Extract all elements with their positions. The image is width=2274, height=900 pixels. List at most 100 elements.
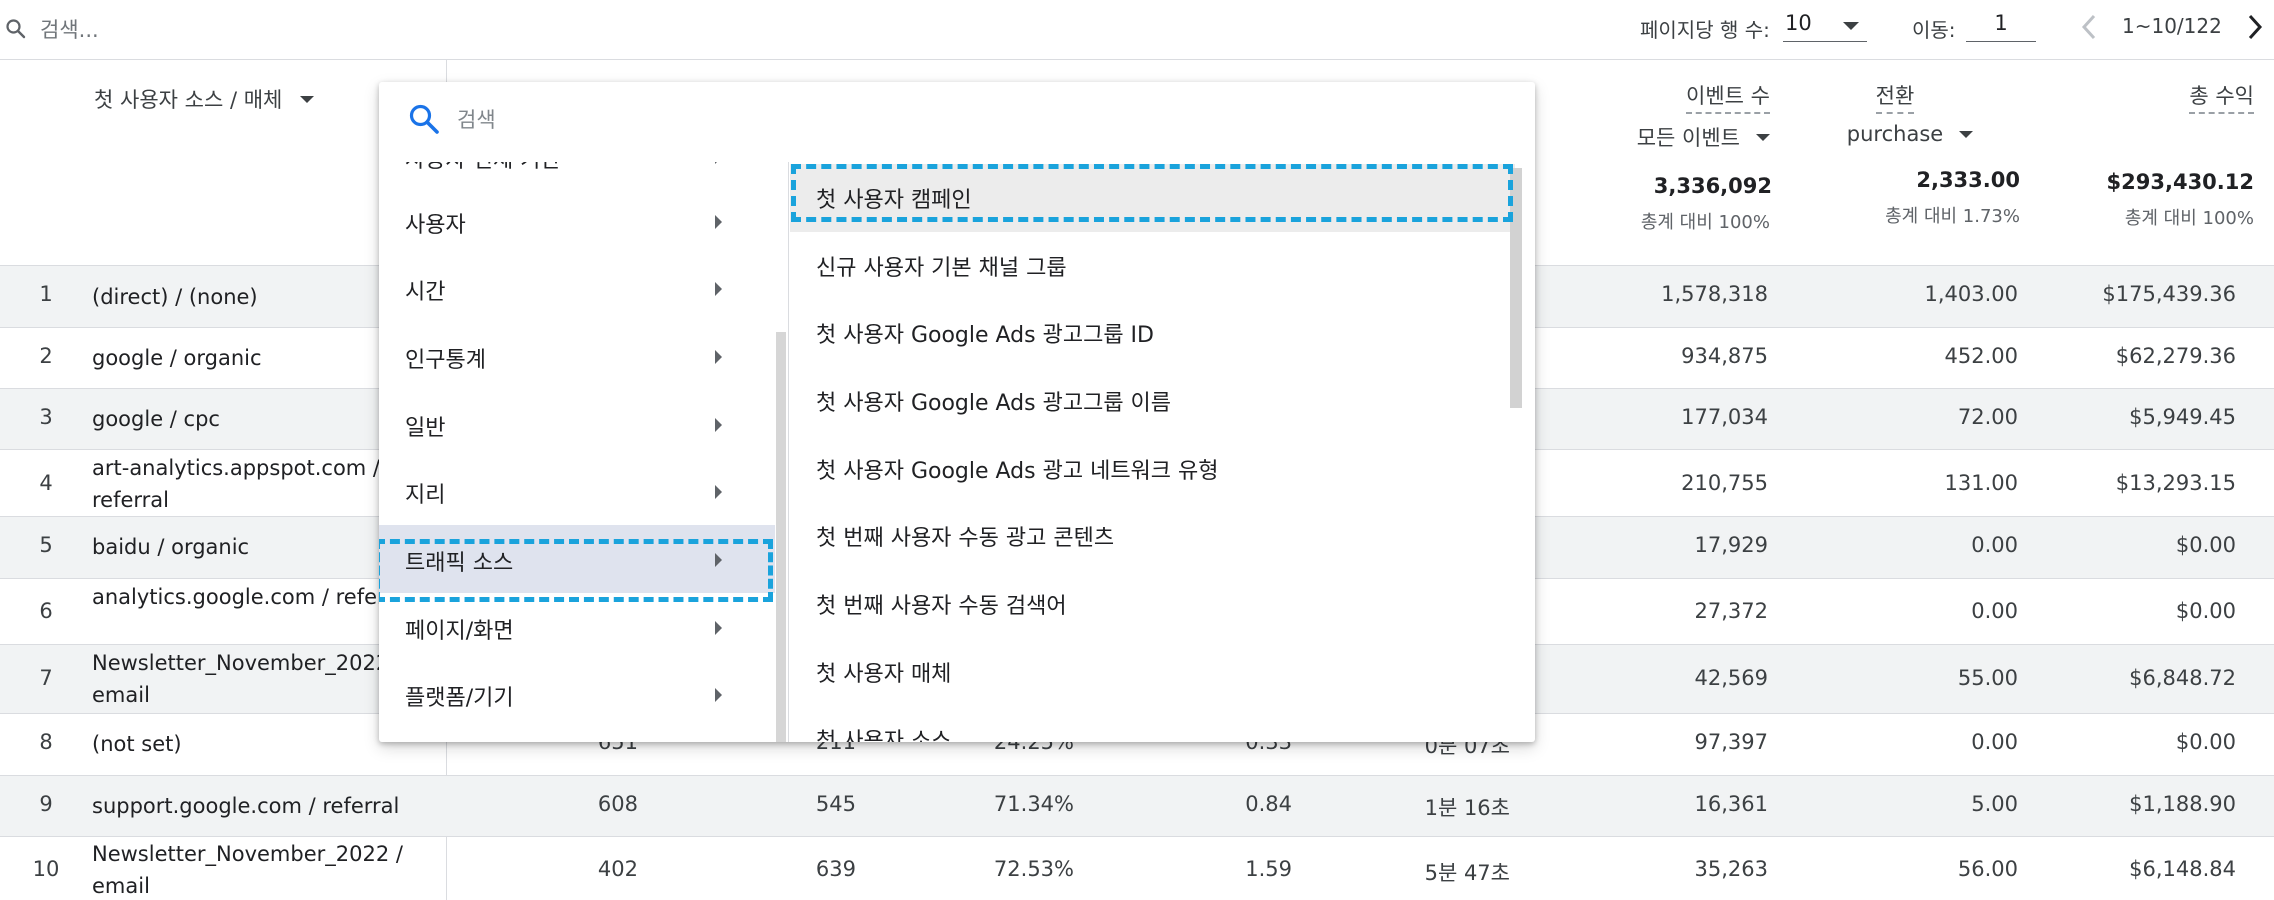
- dimension-item[interactable]: 첫 번째 사용자 수동 검색어: [790, 570, 1515, 638]
- search-icon[interactable]: [4, 17, 28, 41]
- goto-page-value: 1: [1994, 11, 2008, 35]
- metric-header-revenue[interactable]: 총 수익 $293,430.12 총계 대비 100%: [2040, 80, 2254, 230]
- row-revenue: $175,439.36: [2102, 282, 2236, 306]
- category-item[interactable]: 사용자: [379, 187, 775, 255]
- rows-per-page-select[interactable]: 10: [1783, 8, 1867, 42]
- dimension-item-label: 첫 사용자 Google Ads 광고그룹 이름: [816, 391, 1172, 416]
- table-row[interactable]: 9 support.google.com / referral 608 545 …: [0, 776, 2274, 837]
- row-dimension: support.google.com / referral: [92, 794, 400, 818]
- row-index: 10: [32, 857, 60, 881]
- goto-page-input[interactable]: 1: [1966, 8, 2036, 42]
- metric-name: 이벤트 수: [1686, 80, 1770, 114]
- row-engagement-time: 1분 16초: [1424, 796, 1510, 820]
- category-item[interactable]: 플랫폼/기기: [379, 660, 775, 728]
- category-label: 인구통계: [405, 348, 486, 373]
- rows-per-page-value: 10: [1785, 11, 1812, 35]
- row-conversions: 0.00: [1971, 533, 2018, 557]
- chevron-right-icon: [715, 350, 722, 364]
- category-item[interactable]: 시간: [379, 254, 775, 322]
- dimension-header-label: 첫 사용자 소스 / 매체: [94, 88, 283, 112]
- dimension-item[interactable]: 신규 사용자 기본 채널 그룹: [790, 232, 1515, 300]
- row-revenue: $13,293.15: [2115, 471, 2236, 495]
- row-index: 5: [39, 533, 53, 557]
- row-engagement-rate: 71.34%: [993, 792, 1074, 816]
- dimension-header[interactable]: 첫 사용자 소스 / 매체: [94, 84, 315, 114]
- row-events: 210,755: [1681, 471, 1768, 495]
- dimension-item-label: 첫 사용자 매체: [816, 662, 952, 687]
- row-revenue: $6,148.84: [2129, 857, 2236, 881]
- dimension-category-list: 사용자 전체 기간 사용자 시간 인구통계 일반 지리 트래픽 소스 페이지/: [379, 162, 789, 742]
- category-label: 일반: [405, 416, 446, 441]
- row-events: 1,578,318: [1661, 282, 1768, 306]
- highlight-box: [379, 539, 773, 602]
- dimension-search-input[interactable]: 검색: [457, 104, 496, 134]
- row-users: 402: [597, 857, 638, 881]
- metric-name: 전환: [1875, 80, 1915, 114]
- row-events: 177,034: [1681, 405, 1768, 429]
- category-item[interactable]: 일반: [379, 390, 775, 458]
- chevron-right-icon: [715, 215, 722, 229]
- table-row[interactable]: 10 Newsletter_November_2022 / email 402 …: [0, 837, 2274, 900]
- metric-total-pct: 총계 대비 100%: [2124, 208, 2254, 229]
- dimension-item[interactable]: 첫 사용자 소스: [790, 705, 1515, 742]
- chevron-down-icon: [1843, 22, 1859, 30]
- category-item[interactable]: 지리: [379, 457, 775, 525]
- chevron-right-icon: [715, 485, 722, 499]
- dimension-search[interactable]: 검색: [379, 82, 1535, 162]
- metric-filter: purchase: [1846, 122, 1944, 146]
- chevron-right-icon: [715, 418, 722, 432]
- dimension-item[interactable]: 첫 번째 사용자 수동 광고 콘텐츠: [790, 502, 1515, 570]
- category-item[interactable]: 페이지/화면: [379, 593, 775, 661]
- row-events: 42,569: [1694, 666, 1768, 690]
- row-events: 27,372: [1694, 599, 1768, 623]
- metric-total: 3,336,092: [1653, 174, 1772, 198]
- row-index: 9: [39, 792, 53, 816]
- dimension-item-label: 첫 사용자 Google Ads 광고그룹 ID: [816, 323, 1154, 348]
- dimension-item[interactable]: 첫 사용자 Google Ads 광고그룹 이름: [790, 367, 1515, 435]
- row-conversions: 55.00: [1957, 666, 2018, 690]
- category-label: 시간: [405, 280, 446, 305]
- metric-header-events[interactable]: 이벤트 수 모든 이벤트 3,336,092 총계 대비 100%: [1560, 80, 1772, 234]
- dimension-item-label: 첫 번째 사용자 수동 검색어: [816, 594, 1067, 619]
- metric-header-conversions[interactable]: 전환 purchase 2,333.00 총계 대비 1.73%: [1800, 80, 2020, 228]
- chevron-right-icon: [715, 282, 722, 296]
- row-engagement-rate: 72.53%: [993, 857, 1074, 881]
- row-conversions: 452.00: [1944, 344, 2018, 368]
- row-sessions-per-user: 1.59: [1245, 857, 1292, 881]
- row-events: 16,361: [1694, 792, 1768, 816]
- pagination-range: 1~10/122: [2122, 14, 2222, 38]
- dimension-item-list: 첫 사용자 캠페인 신규 사용자 기본 채널 그룹 첫 사용자 Google A…: [790, 162, 1535, 742]
- row-revenue: $6,848.72: [2129, 666, 2236, 690]
- table-search-input[interactable]: 검색...: [40, 14, 99, 44]
- row-dimension: Newsletter_November_2022 / email: [92, 842, 403, 898]
- row-revenue: $1,188.90: [2129, 792, 2236, 816]
- category-label: 사용자: [405, 213, 466, 238]
- metric-total-pct: 총계 대비 100%: [1640, 212, 1770, 233]
- row-events: 17,929: [1694, 533, 1768, 557]
- row-index: 4: [39, 471, 53, 495]
- dimension-picker-menu: 검색 사용자 전체 기간 사용자 시간 인구통계 일반 지리 트래픽 소스: [379, 82, 1535, 742]
- row-conversions: 72.00: [1957, 405, 2018, 429]
- category-item[interactable]: 인구통계: [379, 322, 775, 390]
- row-index: 7: [39, 666, 53, 690]
- category-item[interactable]: 사용자 전체 기간: [379, 162, 775, 190]
- chevron-right-icon: [715, 162, 722, 164]
- rows-per-page-label: 페이지당 행 수:: [1640, 18, 1770, 42]
- dimension-item-label: 신규 사용자 기본 채널 그룹: [816, 256, 1067, 281]
- row-index: 2: [39, 344, 53, 368]
- dimension-item[interactable]: 첫 사용자 Google Ads 광고 네트워크 유형: [790, 435, 1515, 503]
- row-engagement-time: 5분 47초: [1424, 861, 1510, 885]
- category-label: 사용자 전체 기간: [405, 162, 561, 174]
- dimension-item-label: 첫 사용자 소스: [816, 729, 952, 742]
- row-conversions: 0.00: [1971, 599, 2018, 623]
- goto-label: 이동:: [1912, 18, 1956, 42]
- chevron-down-icon: [300, 95, 315, 103]
- chevron-right-icon[interactable]: [2240, 10, 2268, 44]
- chevron-left-icon[interactable]: [2076, 10, 2104, 44]
- search-icon: [409, 104, 439, 134]
- dimension-item[interactable]: 첫 사용자 매체: [790, 638, 1515, 706]
- dimension-item[interactable]: 첫 사용자 Google Ads 광고그룹 ID: [790, 299, 1515, 367]
- scrollbar[interactable]: [776, 332, 786, 742]
- row-revenue: $0.00: [2175, 599, 2236, 623]
- metric-filter: 모든 이벤트: [1636, 126, 1740, 150]
